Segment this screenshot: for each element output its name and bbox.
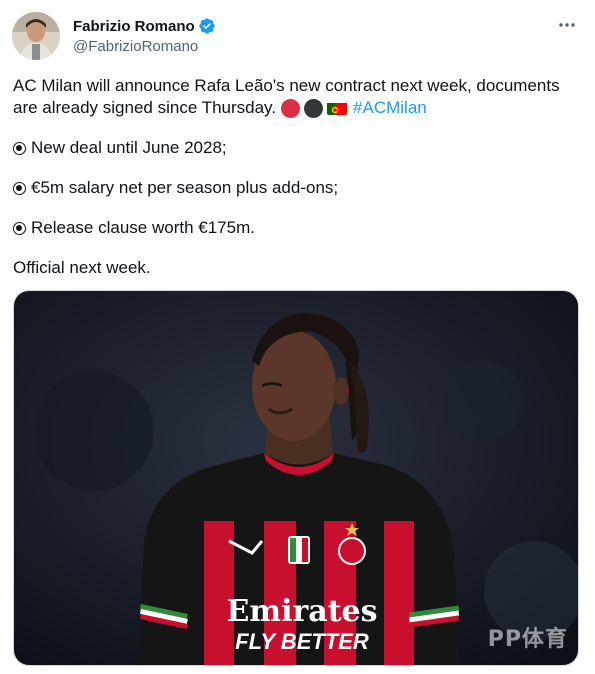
- more-options-icon[interactable]: [553, 14, 581, 36]
- sponsor-text-line-2: FLY BETTER: [235, 629, 369, 654]
- black-circle-icon: [304, 98, 324, 118]
- verified-badge-icon: [198, 17, 216, 35]
- author-handle[interactable]: @FabrizioRomano: [73, 38, 216, 55]
- tweet-text-line-2-text: are already signed since Thursday.: [13, 98, 277, 117]
- avatar[interactable]: [12, 12, 60, 60]
- tweet-text: AC Milan will announce Rafa Leão's new c…: [13, 75, 583, 279]
- red-circle-icon: [281, 98, 301, 118]
- bullet-item: New deal until June 2028;: [13, 137, 583, 159]
- bullet-item: €5m salary net per season plus add-ons;: [13, 177, 583, 199]
- bullet-text: €5m salary net per season plus add-ons;: [31, 178, 339, 197]
- radio-button-icon: [13, 181, 26, 195]
- bullet-text: Release clause worth €175m.: [31, 218, 255, 237]
- avatar-image: [12, 12, 60, 60]
- bullet-text: New deal until June 2028;: [31, 138, 227, 157]
- player-photo: Emirates FLY BETTER: [14, 291, 578, 665]
- radio-button-icon: [13, 221, 26, 235]
- hashtag-link[interactable]: #ACMilan: [353, 97, 427, 119]
- closing-line: Official next week.: [13, 258, 151, 277]
- radio-button-icon: [13, 141, 26, 155]
- tweet-header: Fabrizio Romano @FabrizioRomano: [12, 12, 583, 62]
- tweet-text-line-1: AC Milan will announce Rafa Leão's new c…: [13, 76, 560, 95]
- tweet: Fabrizio Romano @FabrizioRomano AC Milan…: [0, 0, 595, 674]
- author-names: Fabrizio Romano @FabrizioRomano: [73, 16, 216, 55]
- bullet-item: Release clause worth €175m.: [13, 217, 583, 239]
- portugal-flag-icon: [327, 101, 348, 115]
- tweet-media-photo[interactable]: Emirates FLY BETTER PP体育: [13, 290, 579, 666]
- author-display-name[interactable]: Fabrizio Romano: [73, 18, 195, 35]
- sponsor-text-line-1: Emirates: [226, 594, 377, 629]
- watermark: PP体育: [487, 627, 568, 652]
- tweet-text-line-2: are already signed since Thursday. #ACMi…: [13, 97, 583, 119]
